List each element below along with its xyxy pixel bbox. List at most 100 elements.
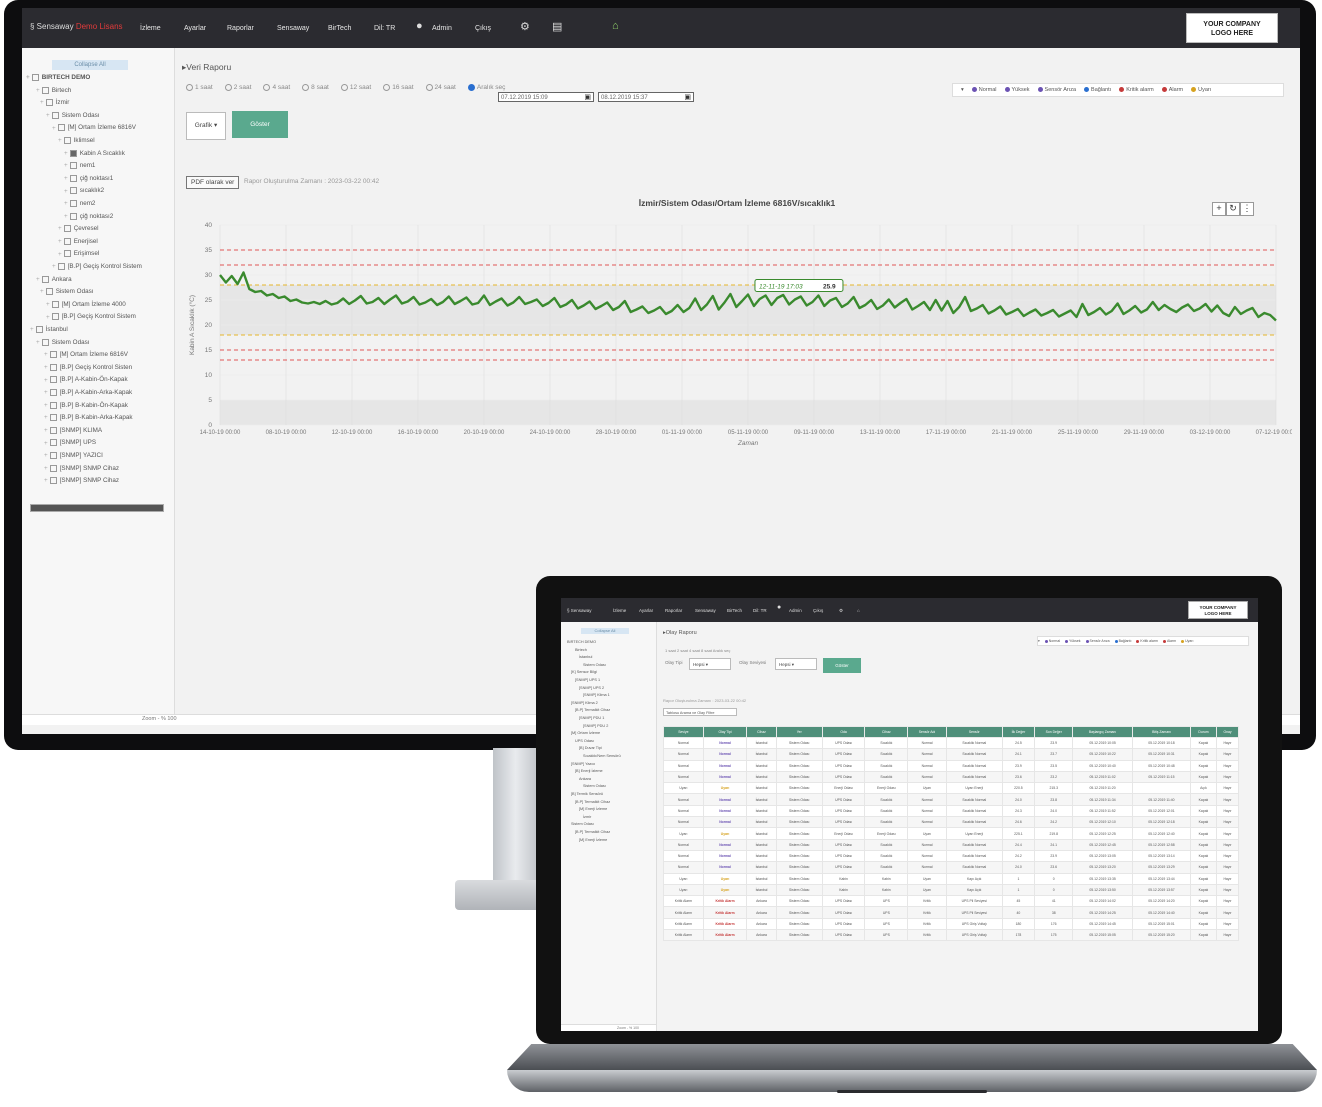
radio-dot[interactable]: [263, 84, 271, 91]
checkbox[interactable]: [49, 401, 57, 409]
table-header-cell[interactable]: Yer: [775, 726, 823, 738]
time-range-radio[interactable]: 1 saat: [186, 84, 219, 91]
laptop-tree-item[interactable]: [B.P] Termalkit Cihaz: [575, 800, 610, 804]
checkbox[interactable]: [41, 275, 49, 283]
checkbox[interactable]: [35, 326, 43, 333]
calendar-icon[interactable]: ▣: [584, 93, 591, 103]
checkbox[interactable]: [49, 376, 57, 384]
laptop-nav-raporlar[interactable]: Raporlar: [665, 608, 682, 613]
legend-item[interactable]: Normal: [1040, 639, 1060, 643]
laptop-tree-item[interactable]: [SNMP] UPS 2: [579, 686, 604, 690]
laptop-tree-item[interactable]: [SNMP] Klima 2: [571, 701, 598, 705]
laptop-tree-item[interactable]: [SNMP] UPS 1: [575, 678, 600, 682]
expand-icon[interactable]: +: [44, 465, 48, 472]
table-row[interactable]: Uyarı Uyarı İstanbul Sistem Odası Enerji Oda…: [663, 827, 1240, 840]
checkbox[interactable]: [51, 300, 59, 308]
checkbox[interactable]: [51, 313, 59, 321]
laptop-tree-item[interactable]: [M] Enerji İzleme: [579, 838, 607, 842]
expand-icon[interactable]: +: [52, 263, 56, 270]
table-row[interactable]: Normal Normal İstanbul Sistem Odası UPS Odas…: [663, 861, 1240, 874]
checkbox[interactable]: [49, 363, 57, 371]
table-row[interactable]: Kritik Alarm Kritik Alarm Ankara Sistem Oda…: [663, 929, 1240, 942]
table-row[interactable]: Normal Normal İstanbul Sistem Odası UPS Odas…: [663, 849, 1240, 863]
expand-icon[interactable]: +: [44, 452, 48, 459]
table-row[interactable]: Uyarı Uyarı İstanbul Sistem Odası Enerji Oda…: [663, 782, 1240, 795]
legend-item[interactable]: Bağlantı: [1084, 84, 1111, 96]
laptop-tree-item[interactable]: Birtech: [575, 648, 587, 652]
expand-icon[interactable]: +: [44, 389, 48, 396]
laptop-nav-sensaway[interactable]: Sensaway: [695, 608, 716, 613]
checkbox[interactable]: [63, 137, 71, 144]
checkbox[interactable]: [49, 414, 57, 422]
legend-item[interactable]: Bağlantı: [1110, 639, 1131, 643]
laptop-tree-item[interactable]: [SNMP] PDU 2: [583, 724, 608, 728]
table-header-cell[interactable]: Sensör: [945, 726, 1003, 738]
time-range-radio[interactable]: 8 saat: [302, 84, 335, 91]
expand-icon[interactable]: +: [64, 213, 68, 220]
checkbox[interactable]: [49, 439, 57, 447]
table-row[interactable]: Kritik Alarm Kritik Alarm Ankara Sistem Oda…: [663, 895, 1240, 908]
table-row[interactable]: Normal Normal İstanbul Sistem Odası UPS Odas…: [663, 816, 1240, 829]
tree-item[interactable]: + [M] Ortam İzleme 6816V: [44, 351, 128, 358]
checkbox[interactable]: [57, 263, 65, 270]
tree-item[interactable]: + Sistem Odası: [46, 111, 99, 119]
laptop-tree-item[interactable]: İzmir: [583, 815, 591, 819]
table-header-cell[interactable]: Durum: [1189, 726, 1217, 738]
radio-dot[interactable]: [302, 84, 310, 91]
expand-icon[interactable]: +: [64, 175, 68, 182]
expand-icon[interactable]: +: [58, 137, 62, 144]
table-row[interactable]: Normal Normal İstanbul Sistem Odası UPS Odas…: [663, 748, 1240, 761]
time-range-radio[interactable]: 4 saat: [263, 84, 296, 91]
checkbox[interactable]: [45, 99, 53, 107]
legend-item[interactable]: Sensör Arıza: [1081, 639, 1110, 643]
laptop-nav-logout[interactable]: Çıkış: [813, 608, 823, 613]
radio-dot[interactable]: [467, 84, 475, 91]
laptop-tree-item[interactable]: [M] Ortam İzleme: [571, 731, 600, 735]
checkbox[interactable]: [63, 237, 71, 245]
brand-logo[interactable]: § Sensaway Demo Lisans: [30, 22, 123, 31]
date-from-input[interactable]: 07.12.2019 15:09 ▣: [498, 92, 594, 102]
table-row[interactable]: Normal Normal İstanbul Sistem Odası UPS Odas…: [663, 736, 1240, 750]
laptop-home-icon[interactable]: ⌂: [857, 608, 860, 613]
tree-item[interactable]: + [SNMP] SNMP Cihaz: [44, 464, 119, 472]
radio-dot[interactable]: [224, 84, 232, 91]
tree-item[interactable]: + [B.P] Geçiş Kontrol Sisten: [44, 363, 132, 371]
laptop-tree-item[interactable]: Sistem Odası: [583, 663, 606, 667]
radio-dot[interactable]: [425, 84, 433, 91]
tree-item[interactable]: + [SNMP] UPS: [44, 439, 96, 447]
expand-icon[interactable]: +: [52, 125, 56, 132]
expand-icon[interactable]: +: [58, 238, 62, 245]
tree-item[interactable]: + BIRTECH DEMO: [26, 74, 90, 81]
checkbox[interactable]: [69, 162, 77, 170]
table-row[interactable]: Kritik Alarm Kritik Alarm Ankara Sistem Oda…: [663, 906, 1240, 919]
laptop-tree-item[interactable]: [B] Enerji İzleme: [575, 769, 603, 773]
legend-item[interactable]: Sensör Arıza: [1037, 84, 1076, 96]
checkbox[interactable]: [69, 149, 77, 157]
expand-icon[interactable]: +: [44, 414, 48, 421]
laptop-nav-ayarlar[interactable]: Ayarlar: [639, 608, 653, 613]
expand-icon[interactable]: +: [44, 402, 48, 409]
expand-icon[interactable]: +: [40, 288, 44, 295]
tree-item[interactable]: + Kabin A Sıcaklık: [64, 149, 125, 157]
expand-icon[interactable]: +: [44, 351, 48, 358]
table-row[interactable]: Uyarı Uyarı İstanbul Sistem Odası Kabin Kabin…: [663, 872, 1240, 885]
checkbox[interactable]: [31, 74, 39, 81]
tree-item[interactable]: + Enerjisel: [58, 237, 98, 245]
expand-icon[interactable]: +: [58, 225, 62, 232]
gear-icon[interactable]: ⚙: [520, 20, 530, 33]
laptop-tree-item[interactable]: Sıcaklık/Nem Sensörü: [583, 754, 621, 758]
tree-item[interactable]: + [B.P] Geçiş Kontrol Sistem: [52, 263, 142, 270]
table-row[interactable]: Kritik Alarm Kritik Alarm Ankara Sistem Oda…: [663, 917, 1240, 931]
time-range-radio[interactable]: 16 saat: [383, 84, 419, 91]
laptop-severity-select[interactable]: Hepsi ▾: [775, 658, 817, 670]
expand-icon[interactable]: +: [44, 377, 48, 384]
expand-icon[interactable]: +: [44, 364, 48, 371]
expand-icon[interactable]: +: [46, 112, 50, 119]
tree-item[interactable]: + [SNMP] YAZICI: [44, 452, 103, 459]
laptop-tree-item[interactable]: Ankara: [579, 777, 591, 781]
time-range-radio[interactable]: Aralık seç: [467, 84, 512, 91]
laptop-nav-birtech[interactable]: BirTech: [727, 608, 742, 613]
checkbox[interactable]: [49, 464, 57, 472]
tree-item[interactable]: + nem2: [64, 200, 95, 207]
expand-icon[interactable]: +: [44, 440, 48, 447]
